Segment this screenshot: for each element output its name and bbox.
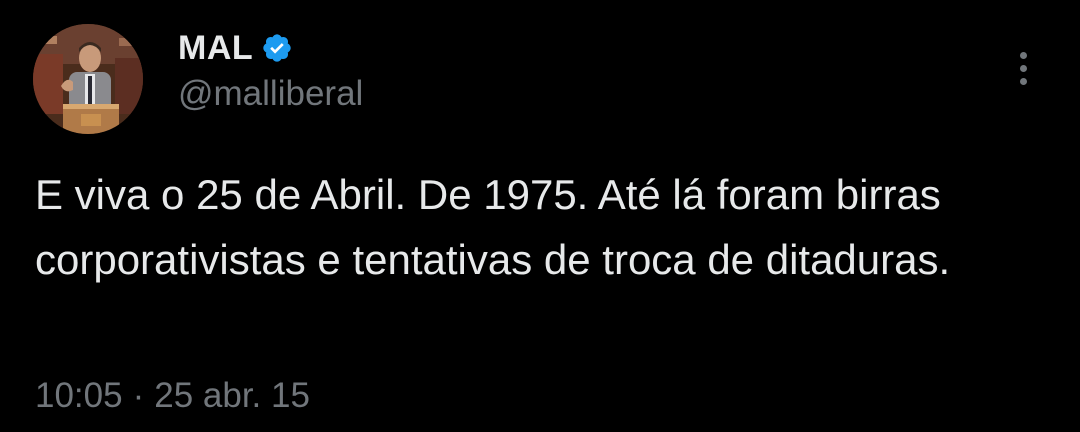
- more-vertical-icon-dot: [1019, 64, 1027, 72]
- display-name[interactable]: MAL: [178, 29, 253, 68]
- timestamp-date[interactable]: 25 abr. 15: [154, 376, 310, 416]
- timestamp-separator: ·: [132, 376, 145, 415]
- tweet: MAL @malliberal E viva o 25 de Abril. De…: [0, 0, 1080, 432]
- tweet-text: E viva o 25 de Abril. De 1975. Até lá fo…: [35, 171, 951, 283]
- avatar[interactable]: [33, 24, 143, 134]
- author-name-row[interactable]: MAL: [178, 28, 293, 68]
- more-vertical-icon-dot: [1019, 51, 1027, 59]
- timestamp-time[interactable]: 10:05: [35, 376, 123, 416]
- verified-badge-icon: [263, 34, 291, 62]
- more-vertical-icon-dot: [1019, 77, 1027, 85]
- tweet-timestamp[interactable]: 10:05 · 25 abr. 15: [35, 376, 310, 416]
- avatar-photo-icon: [33, 24, 143, 134]
- author-handle[interactable]: @malliberal: [178, 74, 363, 114]
- more-options-button[interactable]: [1006, 46, 1040, 90]
